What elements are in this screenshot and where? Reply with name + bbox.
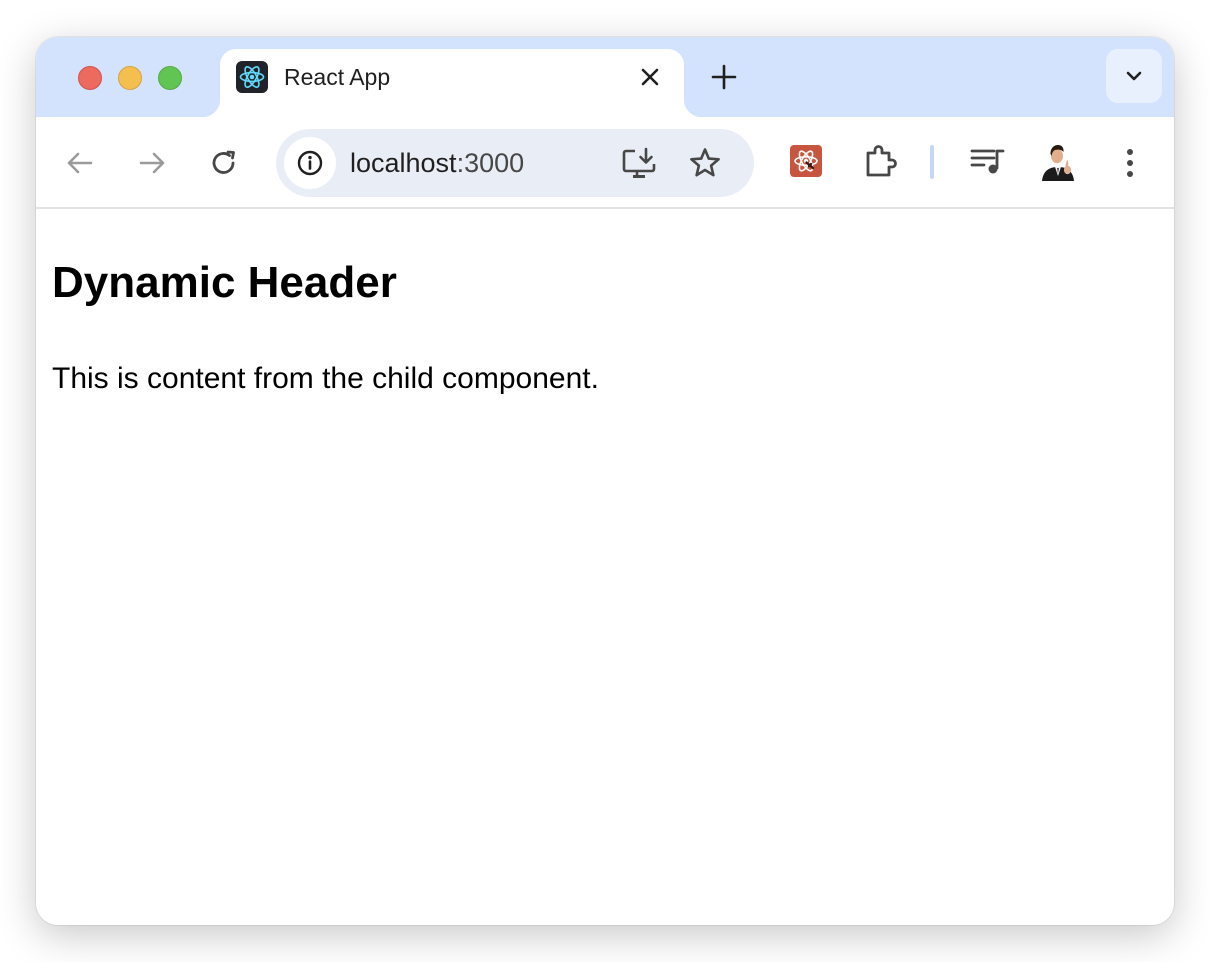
page-heading: Dynamic Header [52, 258, 397, 307]
page-content: Dynamic Header This is content from the … [36, 209, 1174, 925]
window-minimize-button[interactable] [118, 66, 142, 90]
url-text[interactable]: localhost:3000 [350, 148, 524, 178]
plus-icon[interactable] [708, 61, 740, 93]
install-app-icon[interactable] [622, 147, 658, 181]
site-info-button[interactable] [284, 137, 336, 189]
browser-window: React App localhost:3000 Dynamic Header … [36, 37, 1174, 925]
media-queue-icon[interactable] [968, 141, 1008, 181]
active-tab[interactable]: React App [202, 49, 702, 117]
profile-avatar[interactable] [1040, 141, 1076, 181]
tab-title: React App [284, 64, 391, 90]
puzzle-icon[interactable] [860, 141, 900, 181]
info-icon [297, 150, 323, 176]
close-icon[interactable] [636, 63, 664, 91]
arrow-left-icon[interactable] [60, 143, 100, 183]
react-logo-icon [236, 61, 268, 93]
toolbar-divider [930, 145, 934, 179]
address-bar[interactable]: localhost:3000 [276, 129, 754, 197]
browser-toolbar: localhost:3000 [36, 117, 1174, 209]
reload-icon[interactable] [204, 143, 244, 183]
react-devtools-extension-icon[interactable] [790, 145, 822, 177]
more-vertical-icon[interactable] [1110, 143, 1150, 183]
url-port: :3000 [456, 148, 525, 178]
url-host: localhost [350, 148, 457, 178]
star-icon[interactable] [688, 146, 722, 180]
tab-strip: React App [36, 37, 1174, 117]
tab-search-button[interactable] [1106, 49, 1162, 103]
arrow-right-icon[interactable] [132, 143, 172, 183]
chevron-down-icon [1126, 71, 1142, 81]
window-close-button[interactable] [78, 66, 102, 90]
window-maximize-button[interactable] [158, 66, 182, 90]
page-paragraph: This is content from the child component… [52, 362, 599, 395]
